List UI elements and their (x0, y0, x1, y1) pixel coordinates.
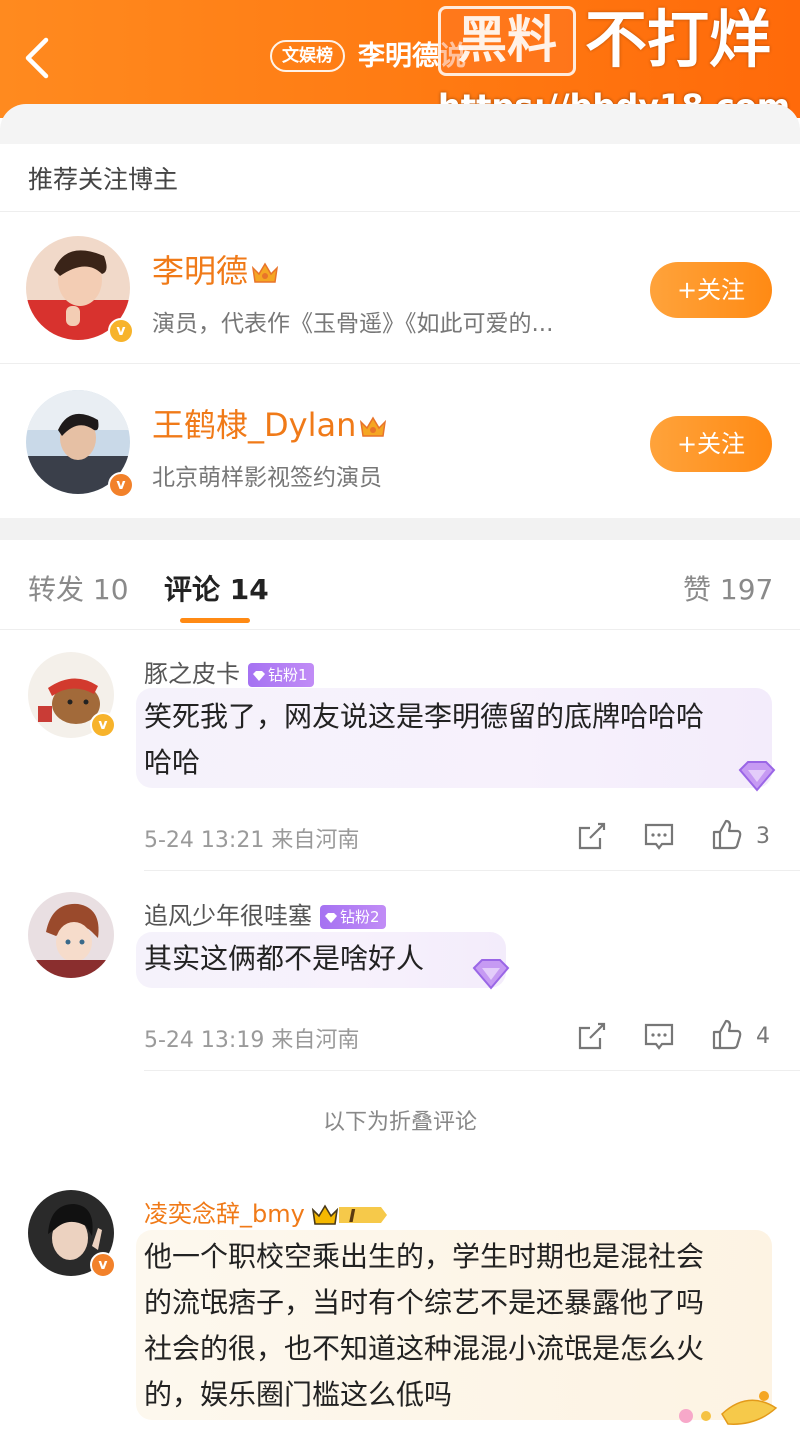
like-icon[interactable] (710, 818, 744, 852)
comment-username[interactable]: 凌奕念辞_bmy I (144, 1194, 396, 1229)
recommend-section-header: 推荐关注博主 (0, 144, 800, 212)
tab-like[interactable]: 赞 197 (683, 568, 773, 608)
content-sheet-edge (0, 104, 800, 144)
blogger-name[interactable]: 王鹤棣_Dylan (152, 400, 388, 446)
verified-badge-icon: v (108, 472, 134, 498)
blogger-description: 演员，代表作《玉骨遥》《如此可爱的... (152, 311, 554, 337)
back-icon[interactable] (18, 34, 58, 82)
comment-item: v 凌奕念辞_bmy I 他一个职校空乘出生的，学生时期也是混社会 的流氓痞子，当… (0, 1176, 800, 1432)
watermark-text: 不打烊 (585, 3, 772, 76)
crown-icon (360, 416, 387, 437)
fan-level-badge: 钻粉1 (248, 663, 314, 687)
tab-repost[interactable]: 转发 10 (28, 568, 129, 608)
watermark-box: 黑料 (438, 6, 576, 76)
comment-username[interactable]: 追风少年很哇塞 钻粉2 (144, 896, 386, 931)
comment-text: 其实这俩都不是啥好人 (144, 942, 425, 975)
follow-button[interactable]: +关注 (650, 416, 772, 472)
like-count: 3 (756, 824, 770, 849)
comment-text: 他一个职校空乘出生的，学生时期也是混社会 的流氓痞子，当时有个综艺不是还暴露他了… (144, 1240, 705, 1411)
avatar[interactable] (28, 892, 114, 978)
comment-separator (144, 1070, 800, 1071)
reply-icon[interactable] (642, 820, 676, 854)
crown-icon (251, 262, 279, 283)
recommend-title: 推荐关注博主 (28, 165, 179, 194)
verified-badge-icon: v (90, 1252, 116, 1278)
ranking-tag[interactable]: 文娱榜 (270, 40, 345, 72)
verified-badge-icon: v (108, 318, 134, 344)
bubble-decoration-icon (679, 1391, 778, 1425)
comment-item: 追风少年很哇塞 钻粉2 其实这俩都不是啥好人 5-24 13:19 来自河南 4 (0, 870, 800, 1071)
interaction-tabs: 转发 10 评论 14 赞 197 (0, 540, 800, 630)
follow-button[interactable]: +关注 (650, 262, 772, 318)
like-icon[interactable] (710, 1018, 744, 1052)
reply-icon[interactable] (642, 1020, 676, 1054)
folded-comments-label[interactable]: 以下为折叠评论 (0, 1104, 800, 1136)
blogger-card[interactable]: v 李明德 演员，代表作《玉骨遥》《如此可爱的... +关注 (0, 212, 800, 364)
diamond-icon (325, 913, 337, 923)
share-icon[interactable] (574, 1020, 608, 1054)
comment-text: 笑死我了，网友说这是李明德留的底牌哈哈哈 哈哈 (144, 700, 705, 779)
top-bar: 文娱榜 李明德说 黑料 不打烊 https://bbdy18.com (0, 0, 800, 125)
diamond-decoration-icon (738, 761, 776, 792)
diamond-decoration-icon (472, 959, 510, 990)
diamond-icon (253, 671, 265, 681)
blogger-name[interactable]: 李明德 (152, 246, 280, 292)
like-count: 4 (756, 1024, 770, 1049)
verified-badge-icon: v (90, 712, 116, 738)
level-text: I (348, 1206, 356, 1227)
active-tab-indicator (180, 618, 250, 623)
blogger-card[interactable]: v 王鹤棣_Dylan 北京萌样影视签约演员 +关注 (0, 366, 800, 518)
share-icon[interactable] (574, 820, 608, 854)
section-divider (0, 518, 800, 540)
comment-username[interactable]: 豚之皮卡 钻粉1 (144, 654, 314, 689)
comment-item: v 豚之皮卡 钻粉1 笑死我了，网友说这是李明德留的底牌哈哈哈 哈哈 5-24 1… (0, 630, 800, 871)
blogger-description: 北京萌样影视签约演员 (152, 465, 382, 491)
comment-meta: 5-24 13:21 来自河南 (144, 828, 360, 853)
comment-meta: 5-24 13:19 来自河南 (144, 1028, 360, 1053)
fan-level-badge: 钻粉2 (320, 905, 386, 929)
